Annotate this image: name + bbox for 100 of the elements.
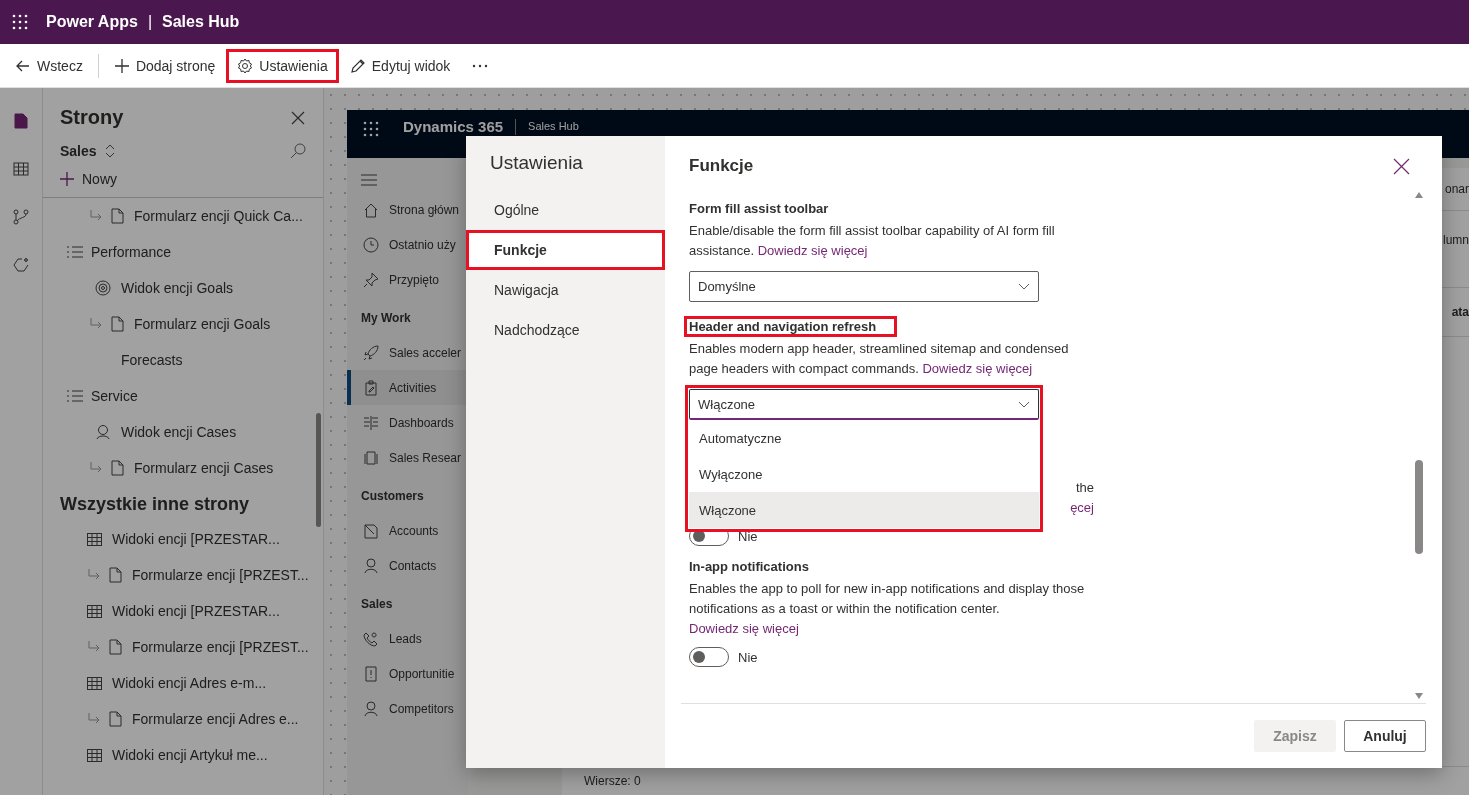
sitemap-item[interactable]: Contacts — [347, 548, 468, 583]
close-icon[interactable] — [1393, 157, 1410, 175]
setting-description: Enables the app to poll for new in-app notifications and display those notifications as a toast or within the notification center. Dowiedz się więcej — [689, 580, 1086, 638]
dropdown-option[interactable]: Wyłączone — [689, 456, 1039, 492]
learn-more-link[interactable]: Dowiedz się więcej — [689, 621, 799, 636]
dropdown[interactable]: Domyślne — [689, 271, 1039, 302]
page-item[interactable]: Widoki encji [PRZESTAR... — [43, 593, 323, 629]
learn-more-link[interactable]: ęcej — [1070, 500, 1094, 515]
toggle-label: Nie — [738, 649, 758, 665]
page-item[interactable]: Widoki encji Artykuł me... — [43, 737, 323, 773]
settings-tab[interactable]: Nadchodzące — [466, 310, 665, 350]
alert-document-icon — [363, 665, 379, 682]
sitemap-item[interactable]: Accounts — [347, 513, 468, 548]
sitemap-item[interactable]: Opportunitie — [347, 656, 468, 691]
page-item[interactable]: Widok encji Cases — [43, 414, 323, 450]
sub-arrow-icon — [87, 713, 101, 725]
toggle-label: Nie — [738, 528, 758, 544]
sitemap-item[interactable]: Activities — [347, 370, 468, 405]
phone-icon — [363, 630, 379, 647]
settings-tab[interactable]: Ogólne — [466, 190, 665, 230]
person-icon — [363, 557, 379, 574]
dropdown-option[interactable]: Automatyczne — [689, 420, 1039, 456]
sitemap-heading: My Work — [360, 310, 412, 327]
close-icon[interactable] — [291, 110, 305, 125]
pencil-icon — [349, 57, 366, 74]
toolbar-button[interactable]: Ustawienia — [226, 48, 339, 83]
table-icon — [13, 161, 29, 177]
sitemap-heading: Sales — [360, 596, 394, 613]
folder-icon — [363, 522, 379, 539]
new-page-button[interactable]: Nowy — [43, 159, 323, 198]
app-launcher-icon — [363, 121, 379, 137]
page-item[interactable]: Formularze encji [PRZEST... — [43, 629, 323, 665]
column-header: ata — [1451, 305, 1469, 319]
target-icon — [95, 280, 111, 296]
stacked-pages-icon — [363, 449, 379, 466]
learn-more-link[interactable]: Dowiedz się więcej — [757, 243, 868, 258]
search-icon[interactable] — [290, 143, 306, 159]
setting-description: the — [1075, 479, 1094, 497]
sitemap-item[interactable]: Dashboards — [347, 405, 468, 440]
toolbar-button[interactable]: Edytuj widok — [338, 48, 462, 83]
setting-title: Form fill assist toolbar — [688, 200, 830, 218]
pin-icon — [363, 271, 379, 288]
menu-icon[interactable] — [361, 174, 377, 186]
sitemap-item[interactable]: Sales Resear — [347, 440, 468, 475]
dialog-button[interactable]: Anuluj — [1344, 720, 1426, 752]
clock-icon — [363, 236, 379, 253]
chevron-down-icon — [1018, 400, 1030, 408]
bars-icon — [363, 414, 379, 431]
sitemap-item[interactable]: Przypięto — [347, 262, 468, 297]
sitemap-item[interactable]: Competitors — [347, 691, 468, 726]
page-item[interactable]: Widoki encji Adres e-m... — [43, 665, 323, 701]
sitemap-item[interactable]: Leads — [347, 621, 468, 656]
scrollbar-thumb[interactable] — [316, 413, 321, 527]
scroll-up-icon[interactable] — [1415, 192, 1423, 198]
page-item[interactable]: Formularz encji Goals — [43, 306, 323, 342]
document-icon — [109, 567, 122, 583]
page-group[interactable]: Service — [43, 378, 323, 414]
page-item[interactable]: Formularze encji Adres e... — [43, 701, 323, 737]
page-item[interactable]: Formularz encji Quick Ca... — [43, 198, 323, 234]
page-item[interactable]: Formularz encji Cases — [43, 450, 323, 486]
dropdown-option[interactable]: Włączone — [689, 492, 1039, 528]
section-heading: Funkcje — [689, 156, 754, 176]
brand-name: Dynamics 365 — [403, 118, 504, 136]
setting-description: Enable/disable the form fill assist toolbar capability of AI form fill assistance. Dowiedz się więcej — [689, 222, 1056, 260]
sub-arrow-icon — [89, 210, 103, 222]
chevron-down-icon — [1018, 283, 1030, 290]
setting-description: Enables modern app header, streamlined sitemap and condensed page headers with compact commands. Dowiedz się więcej — [689, 340, 1070, 378]
clipboard-icon — [363, 379, 379, 396]
settings-tab[interactable]: Nawigacja — [466, 270, 665, 310]
section-title: Wszystkie inne strony — [59, 493, 251, 516]
grid-icon — [87, 532, 102, 546]
sitemap-item[interactable]: Strona główn — [347, 192, 468, 227]
person-icon — [363, 700, 379, 717]
page-group[interactable]: Performance — [43, 234, 323, 270]
toolbar-button[interactable]: Wstecz — [4, 48, 94, 83]
toolbar-button[interactable]: Dodaj stronę — [102, 48, 227, 83]
sub-arrow-icon — [87, 641, 101, 653]
dropdown[interactable]: Włączone — [689, 389, 1039, 420]
page-item[interactable]: Forecasts — [43, 342, 323, 378]
sub-arrow-icon — [89, 462, 103, 474]
scroll-down-icon[interactable] — [1415, 693, 1423, 699]
page-item[interactable]: Formularze encji [PRZEST... — [43, 557, 323, 593]
sitemap-item[interactable]: Ostatnio uży — [347, 227, 468, 262]
row-count: Wiersze: 0 — [584, 774, 641, 788]
up-down-chevron-icon — [104, 144, 115, 158]
person-icon — [95, 424, 111, 440]
sitemap-item[interactable]: Sales acceler — [347, 335, 468, 370]
grid-icon — [87, 676, 102, 690]
grid-icon — [87, 748, 102, 762]
page-item[interactable]: Widoki encji [PRZESTAR... — [43, 521, 323, 557]
area-selector[interactable]: Sales — [60, 143, 115, 159]
learn-more-link[interactable]: Dowiedz się więcej — [922, 361, 1033, 376]
house-icon — [363, 201, 379, 218]
toggle-switch[interactable] — [689, 647, 729, 667]
scrollbar-thumb[interactable] — [1415, 460, 1423, 554]
settings-tab[interactable]: Funkcje — [466, 230, 665, 270]
grid-icon — [87, 604, 102, 618]
app-launcher-icon[interactable] — [12, 14, 28, 30]
page-item[interactable]: Widok encji Goals — [43, 270, 323, 306]
product-name: Power Apps — [46, 13, 138, 31]
